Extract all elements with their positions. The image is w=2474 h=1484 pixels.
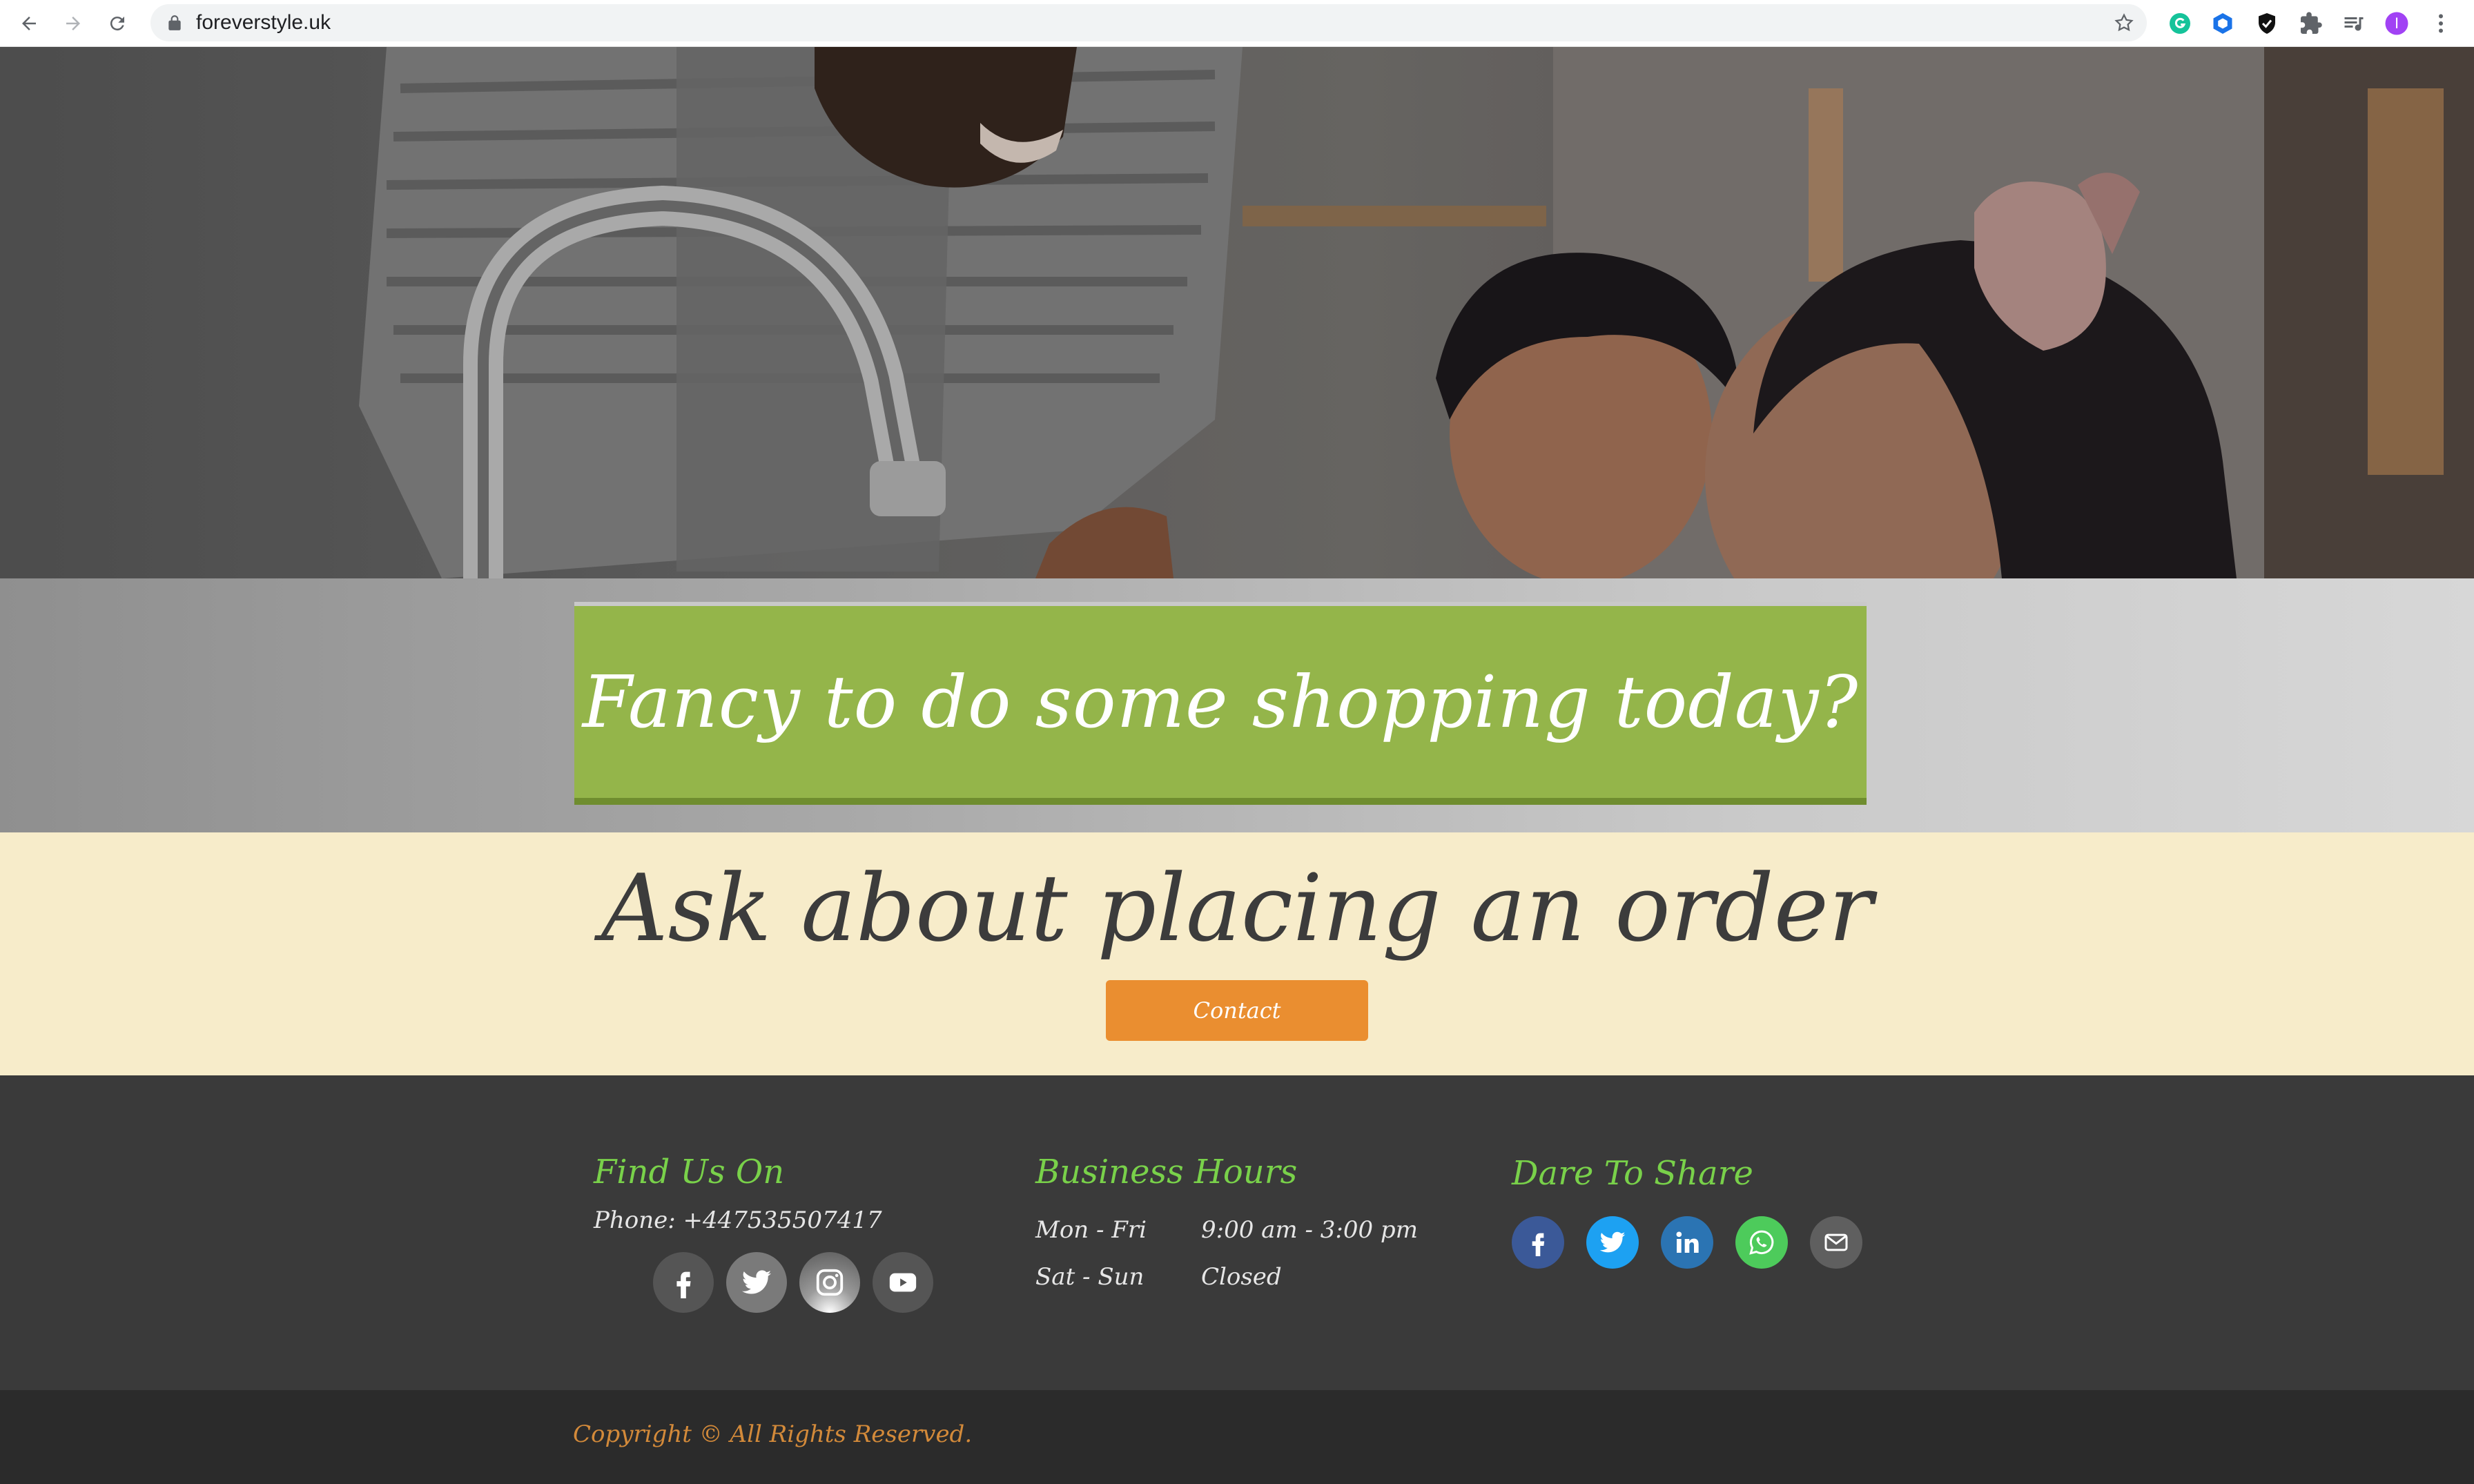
banner-section: Fancy to do some shopping today?: [0, 578, 2474, 832]
facebook-icon[interactable]: [653, 1252, 714, 1313]
instagram-icon[interactable]: [799, 1252, 860, 1313]
share-facebook-icon[interactable]: [1512, 1216, 1564, 1269]
bookmark-star-icon[interactable]: [2114, 12, 2134, 33]
footer: Find Us On Phone: +447535507417 Business…: [0, 1075, 2474, 1390]
reload-icon[interactable]: [101, 7, 134, 40]
share-whatsapp-icon[interactable]: [1735, 1216, 1788, 1269]
puzzle-extensions-icon[interactable]: [2296, 8, 2326, 39]
cube-extension-icon[interactable]: [2208, 8, 2238, 39]
share-linkedin-icon[interactable]: [1661, 1216, 1713, 1269]
lock-icon: [168, 15, 181, 30]
shield-extension-icon[interactable]: [2252, 8, 2282, 39]
url-text: foreverstyle.uk: [196, 11, 331, 34]
media-queue-icon[interactable]: [2339, 8, 2369, 39]
browser-toolbar: foreverstyle.uk I: [0, 0, 2474, 47]
hours-days-weekend: Sat - Sun: [1035, 1263, 1145, 1291]
youtube-icon[interactable]: [873, 1252, 933, 1313]
share-heading: Dare To Share: [1512, 1154, 1753, 1193]
address-bar[interactable]: foreverstyle.uk: [150, 4, 2147, 41]
business-hours-heading: Business Hours: [1035, 1153, 1298, 1191]
order-heading: Ask about placing an order: [601, 855, 1873, 962]
kitchen-family-photo: [0, 47, 2474, 578]
twitter-icon[interactable]: [726, 1252, 787, 1313]
hours-days-weekday: Mon - Fri: [1035, 1216, 1147, 1244]
profile-avatar[interactable]: I: [2382, 8, 2412, 39]
contact-button[interactable]: Contact: [1106, 980, 1368, 1041]
hours-time-weekend: Closed: [1201, 1263, 1282, 1291]
shopping-banner: Fancy to do some shopping today?: [574, 602, 1867, 805]
phone-number: Phone: +447535507417: [594, 1207, 882, 1234]
find-us-heading: Find Us On: [594, 1153, 785, 1191]
banner-title: Fancy to do some shopping today?: [582, 660, 1859, 744]
share-mail-icon[interactable]: [1810, 1216, 1862, 1269]
more-menu-icon[interactable]: [2426, 8, 2456, 39]
share-twitter-icon[interactable]: [1586, 1216, 1639, 1269]
profile-initial: I: [2394, 14, 2399, 32]
back-icon[interactable]: [12, 7, 46, 40]
hero-image: [0, 47, 2474, 578]
order-section: Ask about placing an order Contact: [0, 832, 2474, 1075]
grammarly-extension-icon[interactable]: [2165, 8, 2195, 39]
hours-time-weekday: 9:00 am - 3:00 pm: [1201, 1216, 1418, 1244]
forward-icon[interactable]: [57, 7, 90, 40]
copyright-text: Copyright © All Rights Reserved.: [573, 1420, 973, 1448]
copyright-bar: Copyright © All Rights Reserved.: [0, 1390, 2474, 1484]
